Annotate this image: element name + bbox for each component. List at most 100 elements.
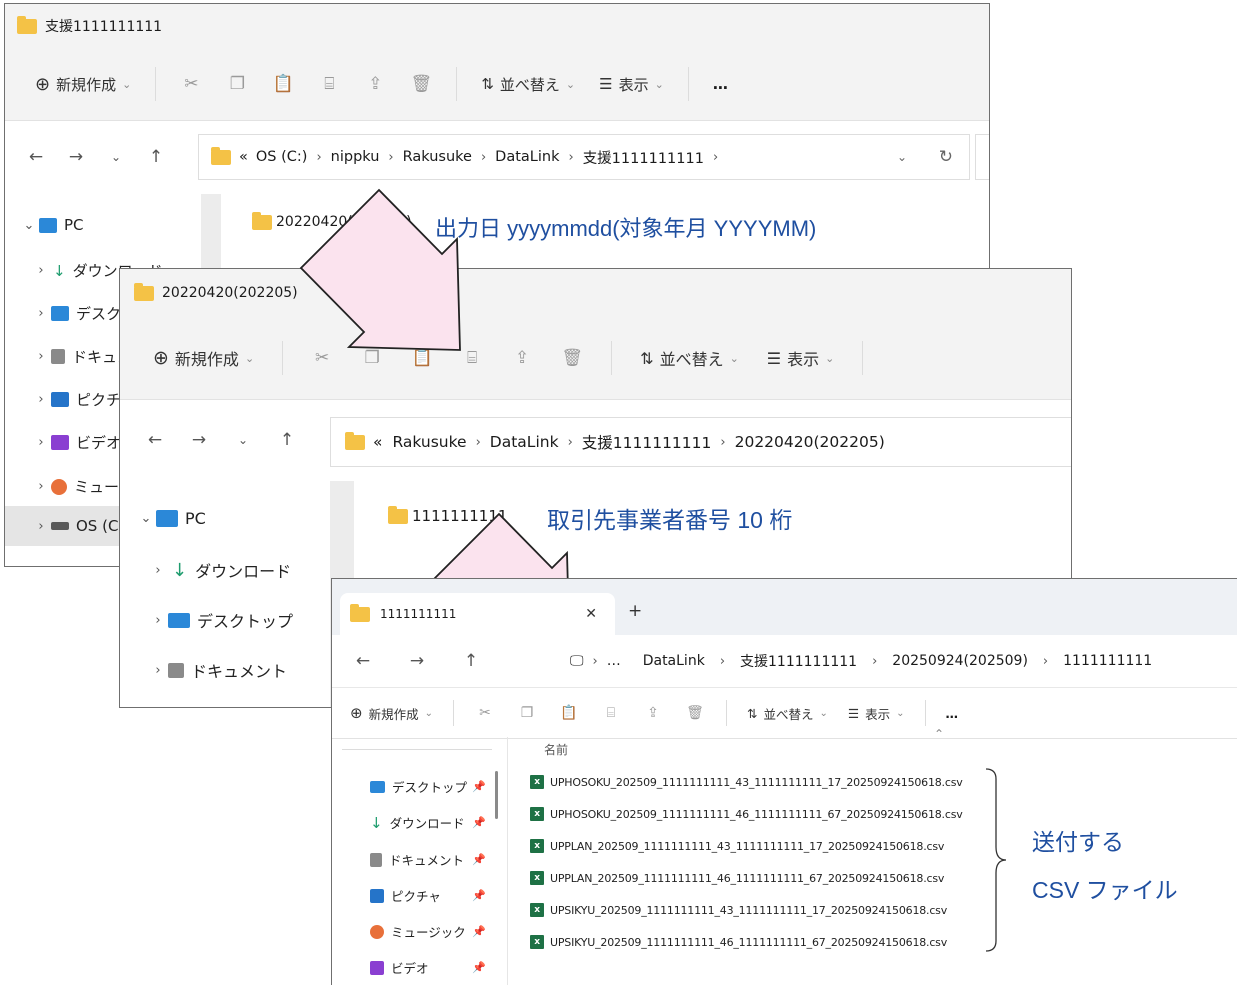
refresh-icon[interactable]: ↻ [939, 147, 953, 167]
address-bar[interactable]: « Rakusuke › DataLink › 支援1111111111 › 2022… [330, 417, 1071, 467]
more-button[interactable]: … [713, 75, 728, 93]
crumb[interactable]: 1111111111 [1063, 653, 1152, 669]
cut-icon[interactable]: ✂ [311, 348, 333, 368]
crumb[interactable]: Rakusuke [392, 433, 466, 451]
search-box[interactable] [975, 134, 989, 180]
view-button[interactable]: ☰ 表示 ⌄ [599, 74, 664, 95]
file-row[interactable]: x UPSIKYU_202509_1111111111_46_1111111111… [530, 935, 947, 949]
nav-item-documents[interactable]: › ドキュメント [120, 658, 330, 682]
file-row[interactable]: x UPHOSOKU_202509_1111111111_43_111111111… [530, 775, 963, 789]
column-header-name[interactable]: 名前 [544, 741, 568, 758]
view-button[interactable]: ☰ 表示 ⌄ [848, 704, 905, 723]
recent-chevron-icon[interactable]: ⌄ [103, 150, 129, 164]
quick-access-pictures[interactable]: ピクチャ 📌 [332, 886, 502, 905]
folder-item[interactable]: 20220420(202205) [252, 211, 412, 230]
crumb[interactable]: … [607, 653, 621, 669]
crumb[interactable]: 20220420(202205) [735, 433, 885, 451]
nav-item-downloads[interactable]: › ↓ ダウンロード [120, 558, 330, 582]
up-icon[interactable]: ↑ [143, 147, 169, 167]
sort-button[interactable]: ⇅ 並べ替え ⌄ [747, 704, 828, 723]
crumb[interactable]: « [373, 433, 382, 451]
close-tab-icon[interactable]: ✕ [585, 606, 597, 622]
paste-icon[interactable]: 📋 [558, 705, 580, 721]
folder-icon [345, 431, 365, 450]
sort-button[interactable]: ⇅ 並べ替え ⌄ [481, 74, 575, 95]
new-button[interactable]: ⊕ 新規作成 ⌄ [350, 704, 433, 723]
crumb[interactable]: 支援1111111111 [740, 651, 857, 671]
new-tab-icon[interactable]: + [628, 601, 642, 621]
cut-icon[interactable]: ✂ [180, 74, 202, 94]
address-bar[interactable]: « OS (C:) › nippku › Rakusuke › DataLink › 支… [198, 134, 970, 180]
pin-icon[interactable]: 📌 [472, 889, 486, 902]
share-icon[interactable]: ⇪ [364, 74, 386, 94]
folder-item[interactable]: 1111111111 [388, 505, 507, 525]
copy-icon[interactable]: ❐ [361, 348, 383, 368]
pin-icon[interactable]: 📌 [472, 925, 486, 938]
crumb[interactable]: DataLink [490, 433, 559, 451]
copy-icon[interactable]: ❐ [516, 705, 538, 721]
quick-access-documents[interactable]: ドキュメント 📌 [332, 850, 502, 869]
crumb[interactable]: « [239, 149, 248, 165]
back-icon[interactable]: ← [23, 147, 49, 167]
download-icon: ↓ [53, 261, 66, 280]
up-icon[interactable]: ↑ [458, 651, 484, 671]
new-button[interactable]: ⊕ 新規作成 ⌄ [35, 74, 131, 95]
pin-icon[interactable]: 📌 [472, 961, 486, 974]
forward-icon[interactable]: → [186, 430, 212, 450]
paste-icon[interactable]: 📋 [411, 348, 433, 368]
pin-icon[interactable]: 📌 [472, 780, 486, 793]
command-bar: ⊕ 新規作成 ⌄ ✂ ❐ 📋 ⌸ ⇪ 🗑 ⇅ 並べ替え ⌄ ☰ 表示 ⌄ … [5, 48, 989, 121]
rename-icon[interactable]: ⌸ [318, 74, 340, 94]
pin-icon[interactable]: 📌 [472, 816, 486, 829]
forward-icon[interactable]: → [63, 147, 89, 167]
sort-button[interactable]: ⇅ 並べ替え ⌄ [640, 346, 739, 370]
share-icon[interactable]: ⇪ [642, 705, 664, 721]
address-dropdown-icon[interactable]: ⌄ [897, 150, 907, 164]
tab[interactable]: 1111111111 ✕ [340, 593, 615, 635]
cut-icon[interactable]: ✂ [474, 705, 496, 721]
share-icon[interactable]: ⇪ [511, 348, 533, 368]
file-row[interactable]: x UPHOSOKU_202509_1111111111_46_111111111… [530, 807, 963, 821]
crumb[interactable]: 支援1111111111 [582, 431, 712, 453]
paste-icon[interactable]: 📋 [272, 74, 294, 94]
quick-access-videos[interactable]: ビデオ 📌 [332, 958, 502, 977]
crumb[interactable]: 支援1111111111 [583, 147, 704, 168]
up-icon[interactable]: ↑ [274, 430, 300, 450]
nav-item-pc[interactable]: ⌄ PC [120, 509, 330, 528]
copy-icon[interactable]: ❐ [226, 74, 248, 94]
file-row[interactable]: x UPPLAN_202509_1111111111_46_1111111111_… [530, 871, 944, 885]
rename-icon[interactable]: ⌸ [461, 348, 483, 368]
rename-icon[interactable]: ⌸ [600, 705, 622, 721]
pin-icon[interactable]: 📌 [472, 853, 486, 866]
quick-access-desktop[interactable]: デスクトップ 📌 [332, 777, 502, 796]
delete-icon[interactable]: 🗑 [684, 705, 706, 721]
crumb[interactable]: OS (C:) [256, 149, 308, 165]
sort-label: 並べ替え [763, 706, 814, 722]
chevron-down-icon: ⌄ [122, 77, 132, 91]
crumb[interactable]: Rakusuke [403, 149, 472, 165]
back-icon[interactable]: ← [142, 430, 168, 450]
nav-label: PC [64, 216, 84, 234]
address-bar[interactable]: 🖵 › … DataLink › 支援1111111111 › 20250924(20… [570, 639, 1152, 683]
nav-item-pc[interactable]: ⌄ PC [5, 216, 201, 234]
back-icon[interactable]: ← [350, 651, 376, 671]
desktop-icon [370, 780, 385, 793]
forward-icon[interactable]: → [404, 651, 430, 671]
crumb[interactable]: nippku [331, 149, 380, 165]
recent-chevron-icon[interactable]: ⌄ [230, 433, 256, 447]
nav-item-desktop[interactable]: › デスクトップ [120, 608, 330, 632]
file-row[interactable]: x UPPLAN_202509_1111111111_43_1111111111_… [530, 839, 944, 853]
delete-icon[interactable]: 🗑 [410, 74, 433, 94]
new-button[interactable]: ⊕ 新規作成 ⌄ [153, 346, 254, 370]
crumb[interactable]: DataLink [495, 149, 559, 165]
nav-scrollbar[interactable] [495, 771, 498, 819]
view-button[interactable]: ☰ 表示 ⌄ [767, 346, 835, 370]
crumb[interactable]: DataLink [643, 653, 705, 669]
quick-access-pane: デスクトップ 📌 ↓ ダウンロード 📌 ドキュメント 📌 ピクチャ 📌 ミュージック 📌 ビ… [332, 737, 502, 985]
file-row[interactable]: x UPSIKYU_202509_1111111111_43_1111111111… [530, 903, 947, 917]
crumb[interactable]: 20250924(202509) [892, 653, 1028, 669]
delete-icon[interactable]: 🗑 [561, 348, 583, 368]
quick-access-music[interactable]: ミュージック 📌 [332, 922, 502, 941]
quick-access-downloads[interactable]: ↓ ダウンロード 📌 [332, 813, 502, 832]
more-button[interactable]: … [946, 706, 959, 721]
